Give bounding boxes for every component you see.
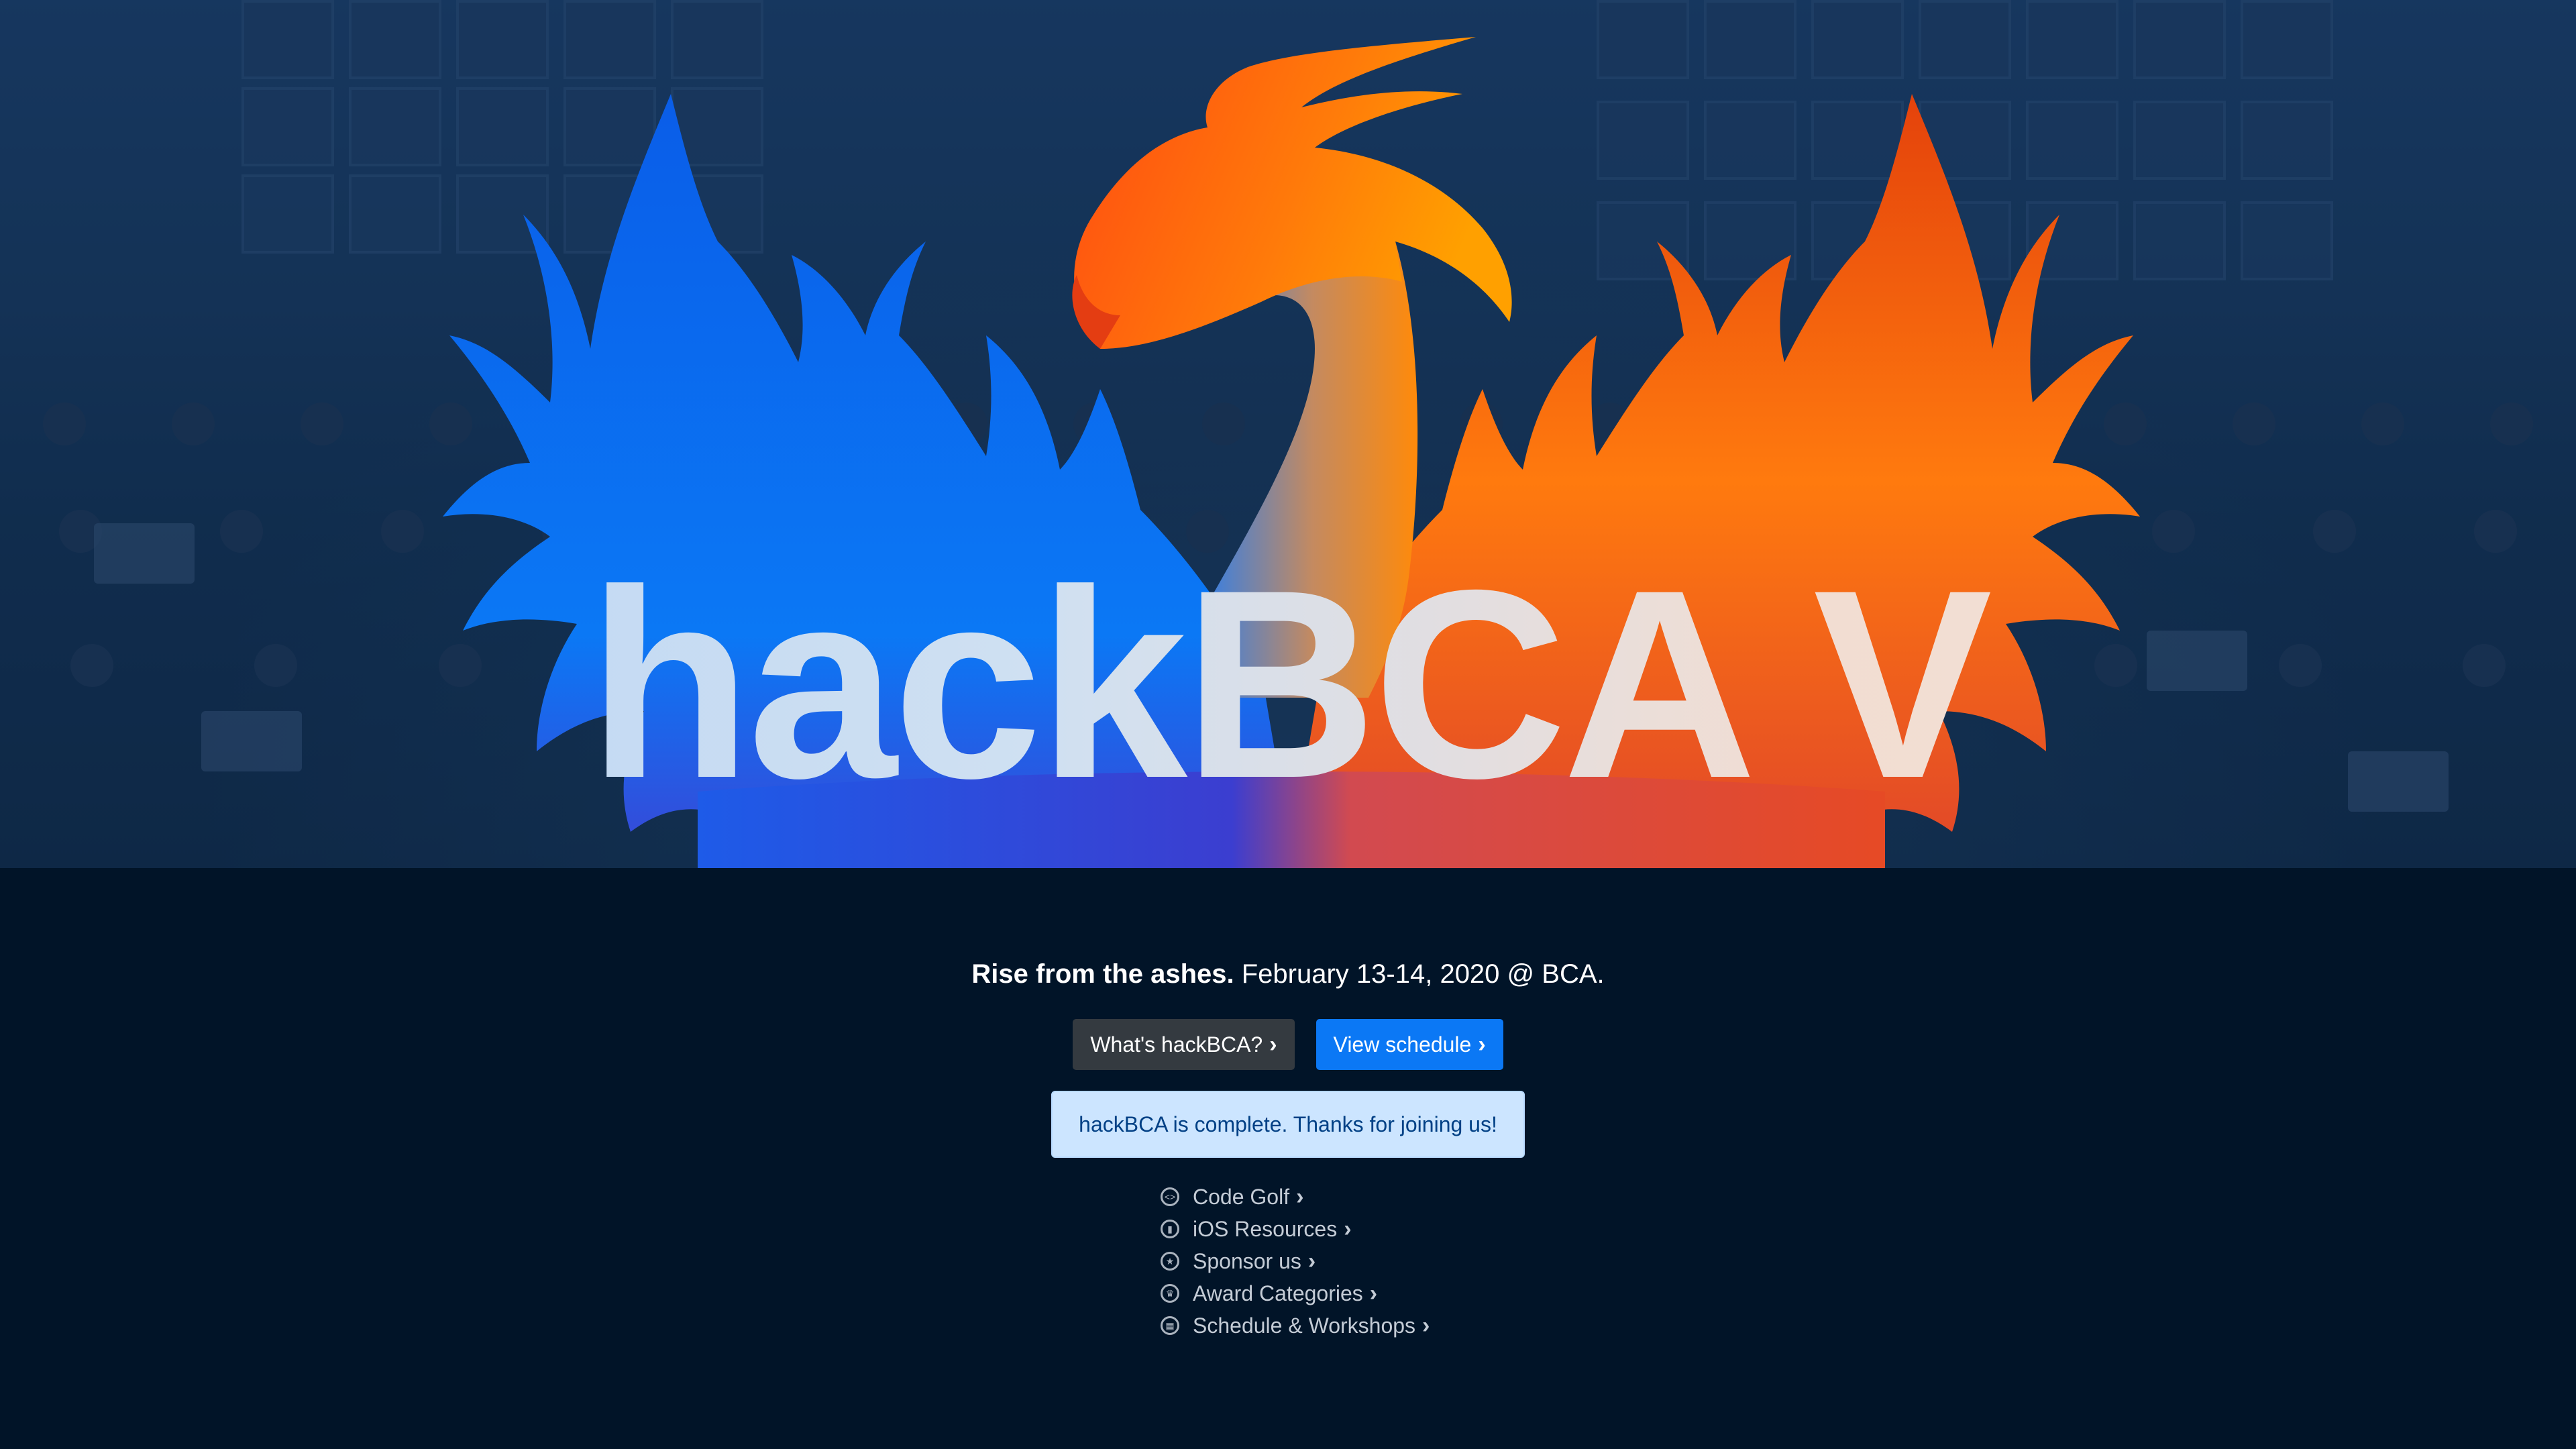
- star-icon: ★: [1161, 1252, 1179, 1271]
- tagline-bold: Rise from the ashes.: [971, 959, 1234, 989]
- link-code-golf[interactable]: <> Code Golf ›: [1161, 1181, 1430, 1213]
- whats-hackbca-label: What's hackBCA?: [1090, 1032, 1263, 1057]
- hero-banner: hackBCA V: [0, 0, 2576, 868]
- hero-buttons: What's hackBCA? › View schedule ›: [0, 1019, 2576, 1070]
- link-label: Schedule & Workshops: [1193, 1313, 1416, 1338]
- chevron-right-icon: ›: [1369, 1280, 1378, 1306]
- chevron-right-icon: ›: [1478, 1031, 1486, 1057]
- chevron-right-icon: ›: [1422, 1312, 1430, 1338]
- link-label: iOS Resources: [1193, 1216, 1338, 1241]
- resource-links: <> Code Golf › ▮ iOS Resources › ★ Spons…: [1161, 1181, 1430, 1342]
- completion-alert: hackBCA is complete. Thanks for joining …: [1051, 1091, 1525, 1158]
- tagline: Rise from the ashes. February 13-14, 202…: [0, 959, 2576, 989]
- code-icon: <>: [1161, 1187, 1179, 1206]
- link-ios-resources[interactable]: ▮ iOS Resources ›: [1161, 1213, 1430, 1245]
- chevron-right-icon: ›: [1307, 1248, 1316, 1274]
- tagline-text: February 13-14, 2020 @ BCA.: [1234, 959, 1605, 989]
- whats-hackbca-button[interactable]: What's hackBCA? ›: [1073, 1019, 1295, 1070]
- alert-text: hackBCA is complete. Thanks for joining …: [1079, 1112, 1497, 1136]
- calendar-icon: ▦: [1161, 1316, 1179, 1335]
- view-schedule-button[interactable]: View schedule ›: [1316, 1019, 1503, 1070]
- view-schedule-label: View schedule: [1333, 1032, 1472, 1057]
- mobile-icon: ▮: [1161, 1220, 1179, 1238]
- chevron-right-icon: ›: [1296, 1183, 1304, 1210]
- link-label: Code Golf: [1193, 1184, 1290, 1209]
- link-label: Award Categories: [1193, 1281, 1363, 1305]
- chevron-right-icon: ›: [1269, 1031, 1277, 1057]
- link-label: Sponsor us: [1193, 1248, 1301, 1273]
- main-content: Rise from the ashes. February 13-14, 202…: [0, 868, 2576, 1449]
- hero-title: hackBCA V: [0, 550, 2576, 818]
- link-schedule-workshops[interactable]: ▦ Schedule & Workshops ›: [1161, 1309, 1430, 1342]
- link-sponsor-us[interactable]: ★ Sponsor us ›: [1161, 1245, 1430, 1277]
- trophy-icon: ♛: [1161, 1284, 1179, 1303]
- link-award-categories[interactable]: ♛ Award Categories ›: [1161, 1277, 1430, 1309]
- chevron-right-icon: ›: [1344, 1216, 1352, 1242]
